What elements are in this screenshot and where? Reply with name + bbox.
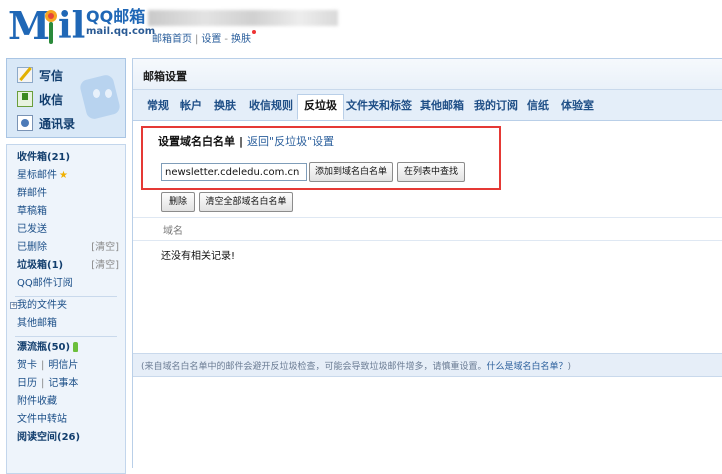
tab-stationery[interactable]: 信纸: [527, 98, 549, 120]
receive-icon: [17, 91, 33, 107]
folder-notebook[interactable]: 记事本: [48, 378, 78, 389]
folder-my-folders[interactable]: 我的文件夹: [17, 297, 119, 315]
tab-skin[interactable]: 换肤: [214, 98, 236, 120]
settings-content: 设置域名白名单|返回"反垃圾"设置 添加到域名白名单 在列表中查找 删除 清空全…: [133, 121, 722, 469]
quick-actions: 写信 收信 通讯录: [6, 58, 126, 138]
folder-calendar-row: 日历 | 记事本: [17, 378, 79, 389]
tab-lab[interactable]: 体验室: [561, 98, 594, 120]
page-title: 邮箱设置: [143, 70, 187, 83]
tab-general[interactable]: 常规: [147, 98, 169, 120]
clear-spam-link[interactable]: [清空]: [91, 257, 119, 275]
folder-other-mail[interactable]: 其他邮箱: [17, 315, 119, 333]
back-link[interactable]: 返回"反垃圾"设置: [247, 135, 334, 148]
receive-button[interactable]: 收信: [17, 88, 63, 110]
sidebar: 写信 收信 通讯录 收件箱(21) 星标邮件 ★ 群邮件 草稿箱 已发送 已删除[…: [6, 58, 126, 474]
brand: QQ邮箱 mail.qq.com: [86, 8, 155, 38]
tab-rules[interactable]: 收信规则: [249, 98, 293, 120]
folder-drift-bottle[interactable]: 漂流瓶(50): [17, 339, 119, 357]
folder-drafts[interactable]: 草稿箱: [17, 203, 119, 221]
folder-spam[interactable]: 垃圾箱(1) [清空]: [17, 257, 119, 275]
bottle-icon: [73, 342, 79, 352]
link-settings[interactable]: 设置: [201, 34, 221, 45]
compose-button[interactable]: 写信: [17, 64, 63, 86]
contacts-button[interactable]: 通讯录: [17, 112, 75, 134]
table-header: 域名: [133, 217, 722, 241]
folder-reading[interactable]: 阅读空间(26): [17, 429, 119, 447]
expand-icon[interactable]: +: [10, 302, 17, 309]
settings-tabs: 常规 帐户 换肤 收信规则 反垃圾 文件夹和标签 其他邮箱 我的订阅 信纸 体验…: [133, 90, 722, 121]
folder-inbox[interactable]: 收件箱(21): [17, 149, 119, 167]
tab-subscriptions[interactable]: 我的订阅: [474, 98, 518, 120]
header: M il QQ邮箱 mail.qq.com 邮箱首页 | 设置 - 换肤: [0, 0, 722, 54]
main-panel: 邮箱设置 常规 帐户 换肤 收信规则 反垃圾 文件夹和标签 其他邮箱 我的订阅 …: [132, 58, 722, 469]
tab-account[interactable]: 帐户: [180, 98, 202, 120]
section-header: 设置域名白名单 | 返回"反垃圾"设置: [158, 135, 335, 148]
folder-calendar[interactable]: 日历: [17, 378, 37, 389]
search-list-button[interactable]: 在列表中查找: [397, 162, 465, 182]
column-domain: 域名: [163, 226, 183, 237]
whitelist-help-link[interactable]: 什么是域名白名单？: [487, 362, 568, 372]
tab-folders-labels[interactable]: 文件夹和标签: [346, 98, 412, 120]
tab-other-mail[interactable]: 其他邮箱: [420, 98, 464, 120]
section-title: 设置域名白名单: [158, 135, 235, 148]
folder-sent[interactable]: 已发送: [17, 221, 119, 239]
brand-name: QQ邮箱: [86, 7, 146, 26]
clear-whitelist-button[interactable]: 清空全部域名白名单: [199, 192, 293, 212]
domain-input[interactable]: [161, 163, 307, 181]
logo-letters-il: il: [58, 5, 86, 47]
folder-cards-row: 贺卡 | 明信片: [17, 360, 79, 371]
folder-starred[interactable]: 星标邮件 ★: [17, 167, 119, 185]
clear-deleted-link[interactable]: [清空]: [91, 239, 119, 257]
folder-attachments[interactable]: 附件收藏: [17, 393, 119, 411]
folder-group[interactable]: 群邮件: [17, 185, 119, 203]
delete-button[interactable]: 删除: [161, 192, 195, 212]
divider: [15, 336, 117, 337]
folder-cards[interactable]: 贺卡: [17, 360, 37, 371]
page-title-bar: 邮箱设置: [133, 59, 722, 90]
logo-pin-icon: [45, 10, 57, 44]
account-name-blurred: [148, 10, 338, 26]
mascot-icon: [77, 65, 123, 131]
footnote: (来自域名白名单中的邮件会避开反垃圾检查，可能会导致垃圾邮件增多，请慎重设置。什…: [133, 353, 722, 377]
link-skin[interactable]: 换肤: [231, 34, 251, 45]
brand-url: mail.qq.com: [86, 26, 156, 37]
compose-icon: [17, 67, 33, 83]
add-to-whitelist-button[interactable]: 添加到域名白名单: [309, 162, 393, 182]
star-icon: ★: [59, 170, 68, 181]
folder-deleted[interactable]: 已删除 [清空]: [17, 239, 119, 257]
top-links: 邮箱首页 | 设置 - 换肤: [152, 30, 256, 45]
folder-list: 收件箱(21) 星标邮件 ★ 群邮件 草稿箱 已发送 已删除 [清空] 垃圾箱(1)…: [6, 144, 126, 474]
folder-subscriptions[interactable]: QQ邮件订阅: [17, 275, 119, 293]
folder-file-transfer[interactable]: 文件中转站: [17, 411, 119, 429]
qq-mail-logo[interactable]: M il: [8, 3, 85, 48]
folder-postcards[interactable]: 明信片: [48, 360, 78, 371]
tab-antispam[interactable]: 反垃圾: [297, 94, 344, 120]
link-mail-home[interactable]: 邮箱首页: [152, 34, 192, 45]
empty-message: 还没有相关记录!: [161, 251, 236, 262]
contacts-icon: [17, 115, 33, 131]
logo-letter-m: M: [8, 3, 50, 48]
new-dot-icon: [251, 30, 256, 34]
